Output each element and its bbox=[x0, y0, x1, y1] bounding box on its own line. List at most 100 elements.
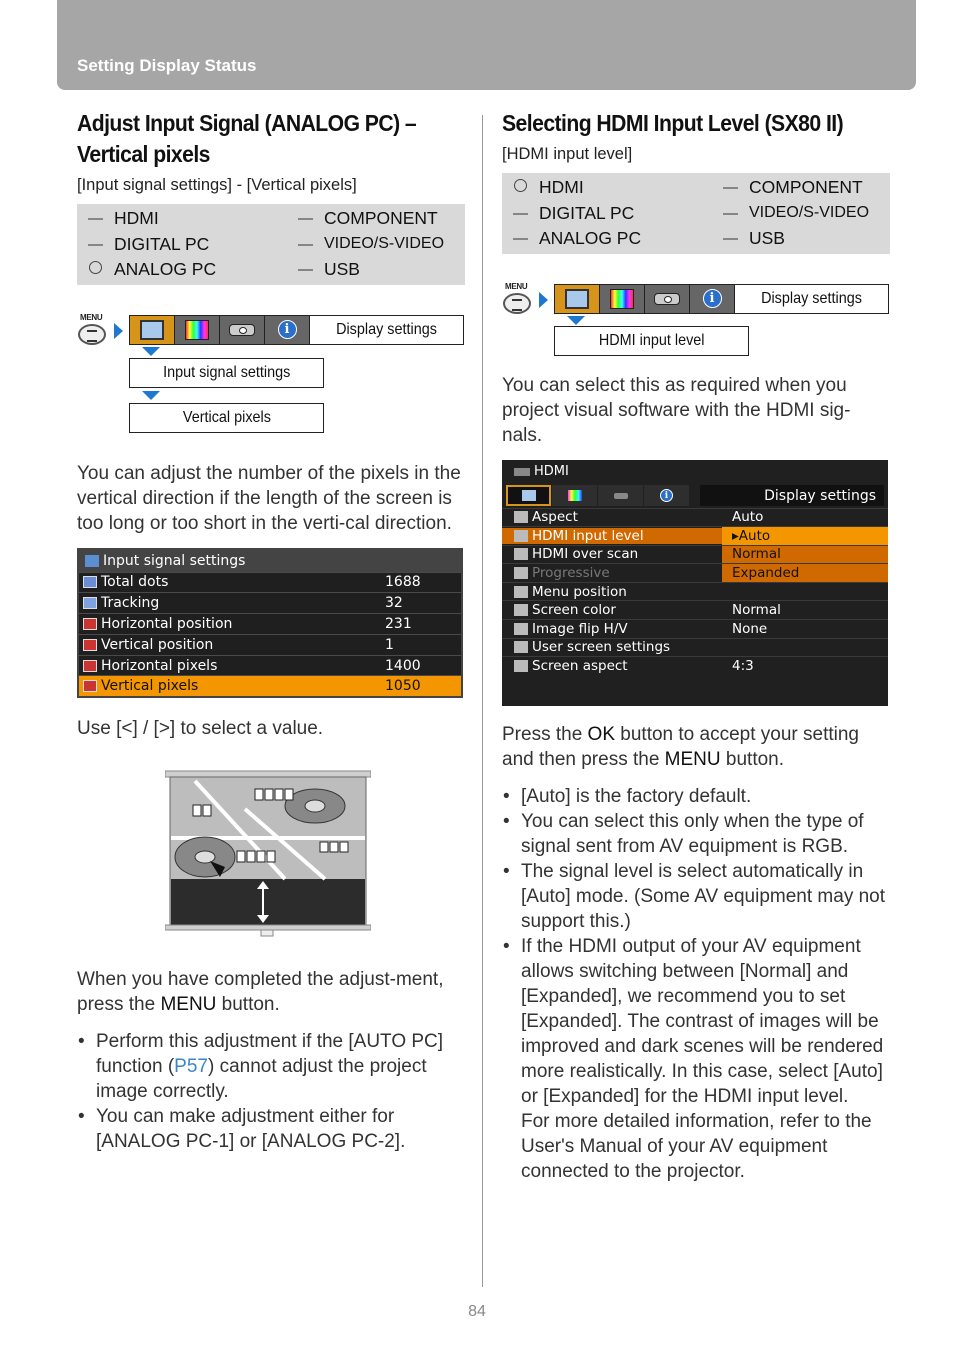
right-paragraph-1: You can select this as required when you… bbox=[502, 374, 851, 446]
tracking-icon bbox=[83, 597, 97, 610]
osd-row[interactable]: Progressive Expanded bbox=[502, 563, 888, 582]
menu-item-icon bbox=[514, 604, 528, 617]
osd-row-value bbox=[722, 639, 888, 657]
input-source-analog-pc: ANALOG PC bbox=[77, 257, 287, 283]
tab-display-settings bbox=[555, 284, 600, 313]
osd-row-label: Tracking bbox=[101, 595, 160, 612]
osd-row[interactable]: Aspect Auto bbox=[502, 507, 888, 527]
osd-row[interactable]: Vertical pixels 1050 bbox=[79, 675, 461, 697]
projector-icon bbox=[654, 292, 680, 305]
osd-row-value: 4:3 bbox=[732, 658, 754, 675]
available-circle-icon bbox=[77, 261, 114, 278]
input-signal-icon bbox=[85, 554, 99, 567]
osd-row-value: None bbox=[732, 620, 768, 637]
list-item: You can select this only when the type o… bbox=[502, 809, 890, 859]
osd-row[interactable]: Vertical position 1 bbox=[79, 633, 461, 655]
osd-row[interactable]: Menu position bbox=[502, 581, 888, 601]
osd-source: HDMI bbox=[502, 460, 888, 484]
input-source-name: VIDEO/S-VIDEO bbox=[749, 204, 870, 222]
left-paragraph-3: When you have completed the adjust-ment,… bbox=[77, 969, 444, 1016]
left-bullets: Perform this adjustment if the [AUTO PC]… bbox=[77, 1029, 465, 1154]
tab-display-settings bbox=[130, 315, 175, 344]
input-source-video-s-video: — VIDEO/S-VIDEO bbox=[287, 232, 465, 258]
input-source-analog-pc: — ANALOG PC bbox=[502, 226, 712, 252]
tab-information: i bbox=[690, 284, 735, 313]
osd-row[interactable]: Total dots 1688 bbox=[79, 571, 461, 593]
osd-row[interactable]: Horizontal pixels 1400 bbox=[79, 654, 461, 676]
column-divider bbox=[482, 115, 483, 1287]
left-heading: Adjust Input Signal (ANALOG PC) – Vertic… bbox=[77, 110, 417, 167]
osd-tab-display-label: Display settings bbox=[700, 485, 884, 506]
osd-row[interactable]: User screen settings bbox=[502, 637, 888, 657]
page-link-p57[interactable]: P57 bbox=[174, 1056, 208, 1077]
header-band: Setting Display Status bbox=[57, 0, 916, 90]
section-label: Setting Display Status bbox=[77, 56, 257, 75]
menu-item-icon bbox=[514, 622, 528, 635]
osd-row[interactable]: HDMI over scan Normal bbox=[502, 544, 888, 564]
hdmi-osd: HDMI i Display settings Aspect Auto HDMI i… bbox=[502, 459, 888, 706]
osd-row-label: HDMI over scan bbox=[532, 546, 639, 563]
left-column: Adjust Input Signal (ANALOG PC) – Vertic… bbox=[77, 108, 465, 1154]
osd-row-label: Menu position bbox=[532, 583, 627, 600]
osd-row-label: Vertical pixels bbox=[101, 678, 199, 695]
left-menu-diagram: MENU i Display settings Input signal set… bbox=[77, 313, 465, 439]
step-input-signal-settings: Input signal settings bbox=[129, 357, 324, 388]
osd-row[interactable]: Image flip H/V None bbox=[502, 619, 888, 638]
menu-item-icon bbox=[514, 585, 528, 598]
left-input-table: — HDMI — COMPONENT — DIGITAL PC — VIDEO/S-VIDEO… bbox=[77, 204, 465, 285]
arrow-right-icon bbox=[539, 291, 548, 308]
osd-row[interactable]: Screen color Normal bbox=[502, 600, 888, 619]
input-source-digital-pc: — DIGITAL PC bbox=[77, 232, 287, 258]
osd-tab-image bbox=[552, 485, 597, 506]
osd-row-value: 1400 bbox=[385, 657, 421, 674]
list-item: If the HDMI output of your AV equipment … bbox=[502, 934, 890, 1184]
input-source-hdmi: — HDMI bbox=[77, 206, 287, 232]
screen-illustration bbox=[164, 769, 372, 941]
menu-item-icon bbox=[514, 529, 528, 542]
left-menu-path-text: [Input signal settings] - [Vertical pixe… bbox=[77, 176, 357, 194]
input-source-name: ANALOG PC bbox=[539, 228, 642, 249]
osd-row-value: Auto bbox=[732, 509, 764, 526]
unavailable-dash-icon: — bbox=[298, 261, 313, 279]
osd-row-label: Progressive bbox=[532, 565, 610, 582]
osd-row-value[interactable]: Normal bbox=[722, 545, 888, 564]
osd-row[interactable]: HDMI input level ▸Auto bbox=[502, 526, 888, 545]
osd-row-label: Horizontal pixels bbox=[101, 657, 218, 674]
osd-row-label: Screen aspect bbox=[532, 658, 628, 675]
osd-row-value[interactable]: Expanded bbox=[722, 564, 888, 582]
osd-row-value: Normal bbox=[732, 602, 781, 619]
osd-row[interactable]: Tracking 32 bbox=[79, 592, 461, 613]
input-source-name: ANALOG PC bbox=[114, 259, 217, 280]
menu-key-label: MENU bbox=[664, 748, 721, 770]
osd-row-label: Aspect bbox=[532, 509, 578, 526]
vertical-position-icon bbox=[83, 638, 97, 651]
osd-row-label: Vertical position bbox=[101, 636, 214, 653]
hdmi-source-icon bbox=[514, 467, 530, 476]
osd-row-label: HDMI input level bbox=[532, 527, 644, 544]
color-bars-icon bbox=[185, 319, 209, 340]
left-paragraph-2: Use [<] / [>] to select a value. bbox=[77, 718, 324, 740]
unavailable-dash-icon: — bbox=[88, 210, 103, 228]
menu-item-icon bbox=[514, 548, 528, 561]
menu-key-label: MENU bbox=[160, 994, 217, 1016]
menu-tabbar: i Display settings bbox=[129, 314, 464, 345]
osd-row[interactable]: Horizontal position 231 bbox=[79, 613, 461, 634]
menu-item-icon bbox=[514, 511, 528, 524]
osd-tab-display bbox=[506, 485, 551, 506]
projector-icon bbox=[229, 323, 255, 336]
osd-row-label: Image flip H/V bbox=[532, 620, 628, 637]
osd-row-value bbox=[722, 583, 888, 601]
step-vertical-pixels: Vertical pixels bbox=[129, 402, 324, 433]
unavailable-dash-icon: — bbox=[723, 204, 738, 222]
menu-button-icon: MENU bbox=[502, 282, 534, 314]
info-icon: i bbox=[702, 289, 722, 308]
step-hdmi-input-level: HDMI input level bbox=[554, 325, 749, 356]
right-heading: Selecting HDMI Input Level (SX80 II) bbox=[502, 110, 844, 136]
osd-row-value[interactable]: ▸Auto bbox=[722, 527, 888, 545]
osd-row-value: 1050 bbox=[385, 678, 421, 695]
osd-row-value: 32 bbox=[385, 595, 403, 612]
osd-row[interactable]: Screen aspect 4:3 bbox=[502, 656, 888, 675]
input-source-name: VIDEO/S-VIDEO bbox=[324, 235, 445, 253]
input-signal-osd: Input signal settings Total dots 1688 Trac… bbox=[77, 547, 463, 699]
osd-row-value: 1 bbox=[385, 636, 394, 653]
